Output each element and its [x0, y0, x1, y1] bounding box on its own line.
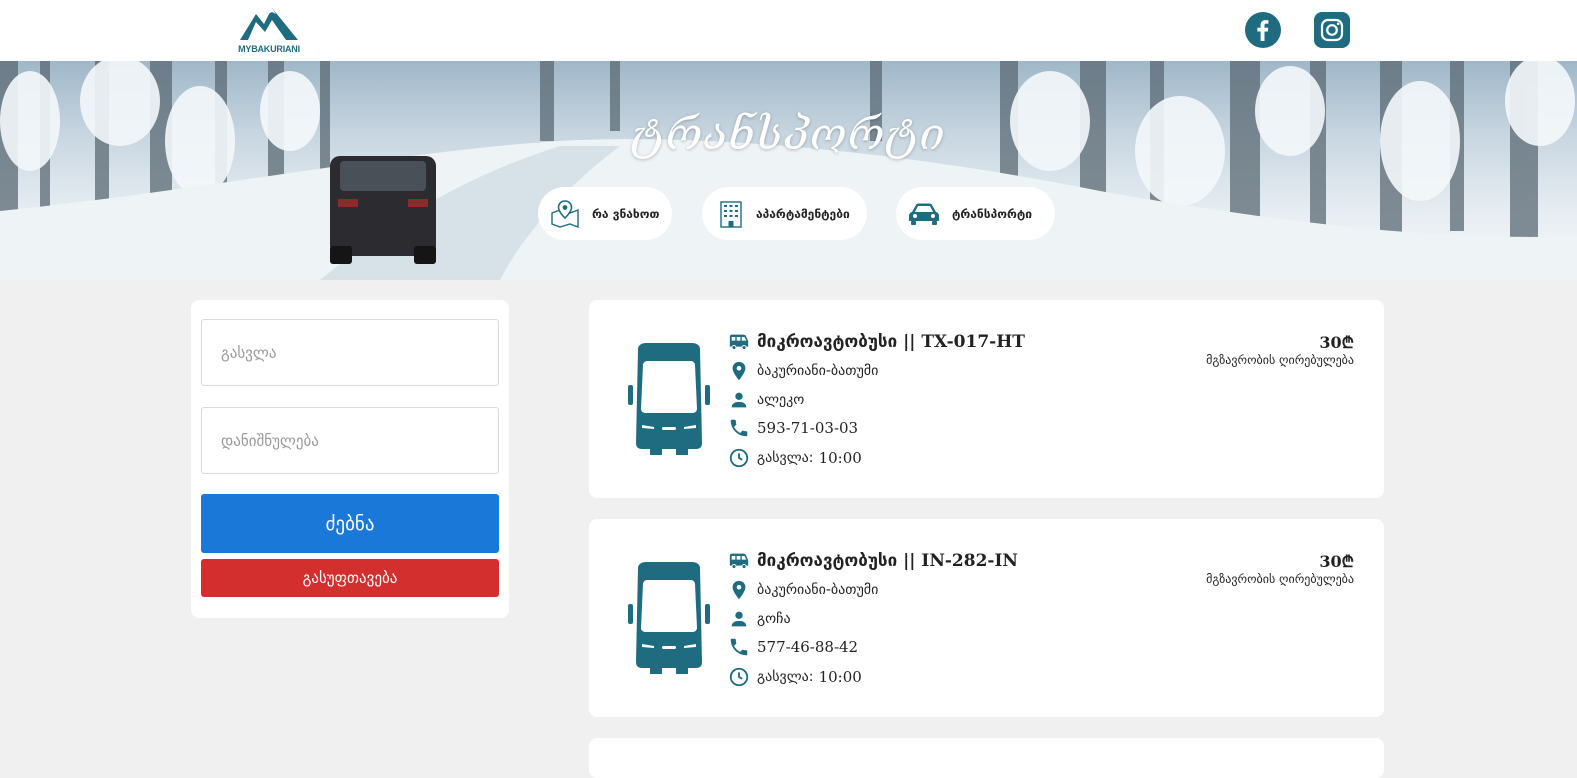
clock-icon: [729, 448, 749, 468]
bus-icon: [729, 334, 749, 350]
nav-label: ტრანსპორტი: [952, 206, 1033, 221]
car-icon: [909, 203, 939, 225]
departure-time: 10:00: [818, 449, 862, 467]
site-header: MYBAKURIANI: [0, 0, 1577, 61]
vehicle-type: მიკროავტობუსი: [757, 332, 898, 352]
nav-label: რა ვნახოთ: [592, 206, 660, 221]
building-icon: [720, 200, 742, 228]
price-label: მგზავრობის ღირებულება: [1206, 572, 1354, 586]
location-pin-icon: [732, 580, 746, 600]
location-pin-icon: [732, 361, 746, 381]
title-separator: ||: [897, 551, 922, 571]
departure-time: 10:00: [818, 668, 862, 686]
clock-icon: [729, 667, 749, 687]
route-text: ბაკურიანი-ბათუმი: [757, 582, 879, 598]
snowy-forest-image: [0, 61, 1577, 280]
phone-row: 577-46-88-42: [728, 636, 858, 658]
nav-apartments[interactable]: აპარტამენტები: [702, 187, 867, 240]
listing-card[interactable]: მიკროავტობუსი || IN-282-IN ბაკურიანი-ბათ…: [589, 519, 1384, 717]
listing-title: მიკროავტობუსი || TX-017-HT: [728, 331, 1025, 353]
minibus-icon: [628, 343, 710, 455]
facebook-link[interactable]: [1245, 12, 1281, 48]
listing-card[interactable]: [589, 738, 1384, 778]
driver-name: გოჩა: [757, 611, 791, 627]
route-row: ბაკურიანი-ბათუმი: [728, 579, 878, 601]
clear-button[interactable]: გასუფთავება: [201, 559, 499, 597]
route-row: ბაკურიანი-ბათუმი: [728, 360, 878, 382]
bus-icon: [729, 553, 749, 569]
departure-row: გასვლა: 10:00: [728, 447, 862, 469]
nav-what-to-see[interactable]: რა ვნახოთ: [538, 187, 672, 240]
nav-transport[interactable]: ტრანსპორტი: [896, 187, 1055, 240]
route-text: ბაკურიანი-ბათუმი: [757, 363, 879, 379]
departure-row: გასვლა: 10:00: [728, 666, 862, 688]
phone-number[interactable]: 577-46-88-42: [757, 638, 858, 656]
phone-icon: [730, 419, 748, 437]
price-label: მგზავრობის ღირებულება: [1206, 353, 1354, 367]
departure-label: გასვლა:: [757, 669, 814, 685]
page-title: ტრანსპორტი: [631, 109, 946, 160]
price: 30₾: [1319, 552, 1354, 571]
vehicle-plate: IN-282-IN: [921, 551, 1018, 571]
instagram-icon: [1314, 12, 1350, 48]
car-image: [330, 156, 436, 264]
facebook-icon: [1245, 12, 1281, 48]
site-logo[interactable]: MYBAKURIANI: [236, 4, 302, 54]
driver-row: ალეკო: [728, 389, 804, 411]
departure-label: გასვლა:: [757, 450, 814, 466]
departure-input[interactable]: გასვლა: [201, 319, 499, 386]
title-separator: ||: [897, 332, 922, 352]
phone-row: 593-71-03-03: [728, 417, 858, 439]
person-icon: [731, 392, 747, 408]
person-icon: [731, 611, 747, 627]
listing-card[interactable]: მიკროავტობუსი || TX-017-HT ბაკურიანი-ბათ…: [589, 300, 1384, 498]
vehicle-plate: TX-017-HT: [921, 332, 1025, 352]
nav-label: აპარტამენტები: [756, 206, 850, 221]
price: 30₾: [1319, 333, 1354, 352]
phone-icon: [730, 638, 748, 656]
search-button[interactable]: ძებნა: [201, 494, 499, 553]
driver-row: გოჩა: [728, 608, 791, 630]
minibus-icon: [628, 562, 710, 674]
filter-panel: გასვლა დანიშნულება ძებნა გასუფთავება: [191, 300, 509, 618]
instagram-link[interactable]: [1314, 12, 1350, 48]
map-pin-icon: [551, 199, 579, 228]
mountain-logo-icon: [240, 8, 298, 40]
destination-input[interactable]: დანიშნულება: [201, 407, 499, 474]
driver-name: ალეკო: [757, 392, 805, 408]
logo-text: MYBAKURIANI: [238, 44, 300, 54]
listing-title: მიკროავტობუსი || IN-282-IN: [728, 550, 1018, 572]
hero-banner: ტრანსპორტი რა ვნახოთ აპარტამენტები ტრანს…: [0, 61, 1577, 280]
vehicle-type: მიკროავტობუსი: [757, 551, 898, 571]
phone-number[interactable]: 593-71-03-03: [757, 419, 858, 437]
